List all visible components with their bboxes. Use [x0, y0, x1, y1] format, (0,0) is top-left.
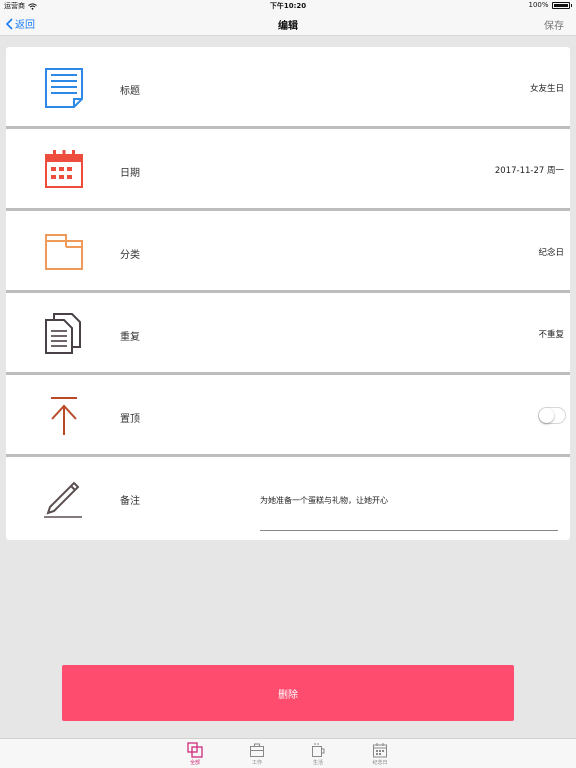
tab-all[interactable]: 全部 [175, 742, 215, 766]
calendar-icon [373, 743, 387, 758]
status-time: 下午10:20 [269, 2, 307, 10]
title-row[interactable]: 标题 女友生日 [6, 47, 570, 129]
pencil-icon [44, 481, 82, 518]
note-input[interactable]: 为她准备一个蛋糕与礼物，让她开心 [260, 491, 558, 531]
repeat-label: 重复 [120, 332, 140, 343]
tab-life[interactable]: 生活 [298, 742, 338, 766]
repeat-value: 不重复 [538, 330, 564, 340]
tab-work-label: 工作 [251, 760, 262, 766]
document-icon [45, 68, 83, 108]
pin-top-toggle[interactable] [538, 407, 566, 424]
battery-icon [551, 1, 570, 9]
save-button[interactable]: 保存 [544, 17, 564, 32]
battery-percent: 100% [528, 1, 549, 9]
title-label: 标题 [120, 86, 140, 97]
copy-icon [45, 313, 81, 354]
navigation-bar: 返回 编辑 保存 [0, 12, 576, 36]
category-row[interactable]: 分类 纪念日 [6, 211, 570, 293]
tab-work[interactable]: 工作 [237, 742, 277, 766]
toggle-knob [539, 408, 554, 423]
all-icon [187, 742, 203, 758]
status-bar: 运营商 下午10:20 100% [0, 0, 576, 12]
note-label: 备注 [120, 496, 140, 507]
delete-button[interactable]: 删除 [62, 665, 514, 721]
edit-form-card: 标题 女友生日 日期 2017-11-27 周一 分类 纪念日 重复 不重复 置… [6, 47, 570, 540]
category-label: 分类 [120, 250, 140, 261]
tab-anniversary[interactable]: 纪念日 [360, 742, 400, 766]
tab-all-label: 全部 [189, 760, 200, 766]
pin-top-label: 置顶 [120, 414, 140, 425]
date-row[interactable]: 日期 2017-11-27 周一 [6, 129, 570, 211]
page-title: 编辑 [278, 21, 298, 32]
calendar-icon [45, 150, 83, 188]
tab-anniversary-label: 纪念日 [372, 760, 388, 766]
folder-icon [45, 234, 83, 270]
tab-bar: 全部 工作 生活 纪念日 [0, 738, 576, 768]
date-value: 2017-11-27 周一 [494, 166, 564, 176]
repeat-row[interactable]: 重复 不重复 [6, 293, 570, 375]
briefcase-icon [250, 743, 264, 757]
category-value: 纪念日 [538, 248, 564, 258]
date-label: 日期 [120, 168, 140, 179]
tab-life-label: 生活 [312, 760, 323, 766]
pin-top-row: 置顶 [6, 375, 570, 457]
pin-top-icon [51, 397, 77, 435]
cup-icon [312, 743, 325, 757]
title-value: 女友生日 [529, 84, 564, 94]
note-row: 备注 为她准备一个蛋糕与礼物，让她开心 [6, 457, 570, 539]
